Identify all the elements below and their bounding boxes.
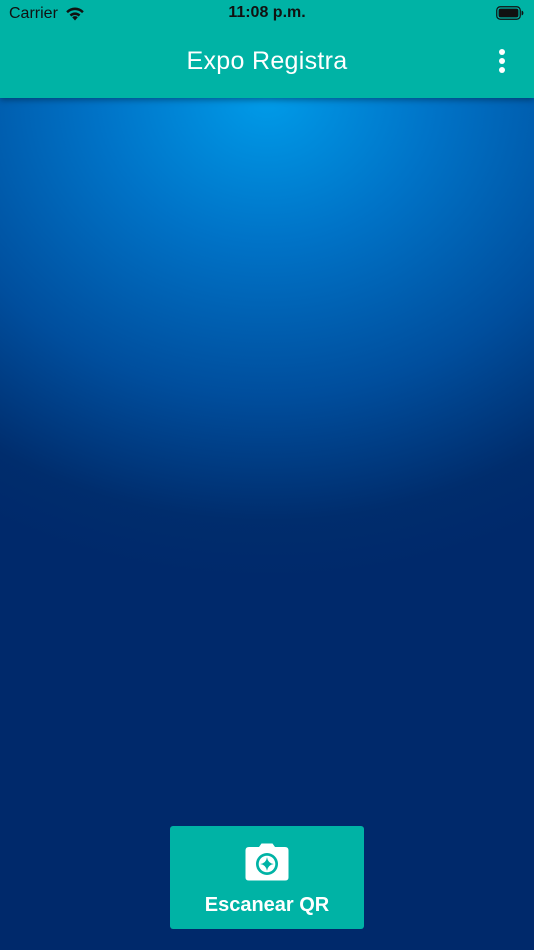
- clock: 11:08 p.m.: [228, 4, 306, 21]
- app-header: Carrier 11:08 p.m. Expo Registra: [0, 0, 534, 98]
- battery-icon: [496, 6, 524, 20]
- status-bar: Carrier 11:08 p.m.: [0, 0, 534, 28]
- app-screen: Carrier 11:08 p.m. Expo Registra Escanea…: [0, 0, 534, 950]
- main-content: [0, 98, 534, 950]
- more-options-button[interactable]: [490, 48, 514, 78]
- scan-qr-label: Escanear QR: [204, 894, 330, 916]
- scan-qr-button[interactable]: Escanear QR: [170, 826, 364, 929]
- camera-icon: [245, 843, 289, 881]
- page-title: Expo Registra: [186, 47, 348, 75]
- more-vertical-icon: [498, 48, 506, 79]
